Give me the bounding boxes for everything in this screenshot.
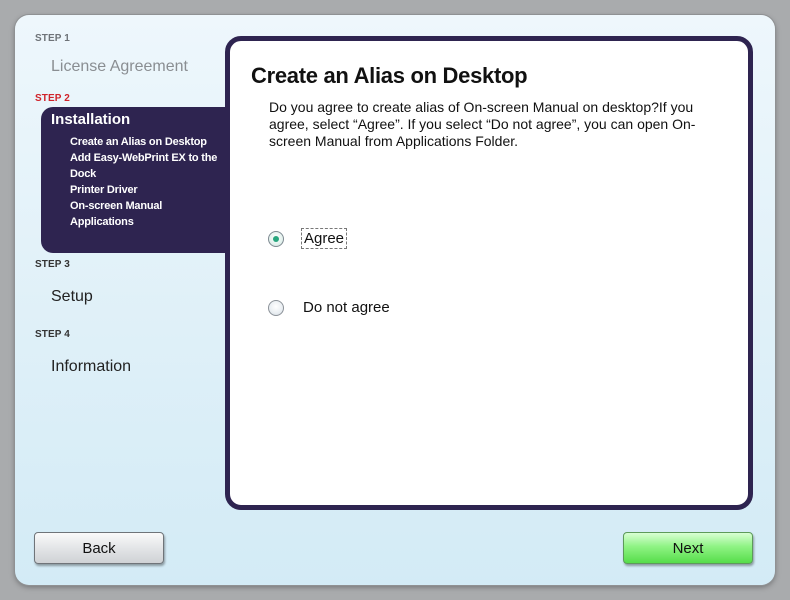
disagree-label[interactable]: Do not agree xyxy=(301,298,392,317)
step1-label: STEP 1 xyxy=(35,33,70,44)
substep-applications: Applications xyxy=(70,216,134,228)
step3-label: STEP 3 xyxy=(35,259,70,270)
substep-add-dock: Add Easy-WebPrint EX to the Dock xyxy=(70,152,218,180)
substep-create-alias: Create an Alias on Desktop xyxy=(70,136,207,148)
back-button[interactable]: Back xyxy=(34,532,164,564)
agree-radio[interactable] xyxy=(268,230,284,247)
substep-onscreen-manual: On-screen Manual xyxy=(70,200,163,212)
agree-label[interactable]: Agree xyxy=(301,228,348,249)
step2-label: STEP 2 xyxy=(35,93,70,104)
step2-name: Installation xyxy=(51,111,131,128)
next-button[interactable]: Next xyxy=(623,532,753,564)
content-panel: Create an Alias on Desktop Do you agree … xyxy=(225,36,753,510)
page-description: Do you agree to create alias of On-scree… xyxy=(269,99,696,149)
page-title: Create an Alias on Desktop xyxy=(251,63,528,88)
substep-list: Create an Alias on Desktop Add Easy-WebP… xyxy=(70,134,232,230)
step4-label: STEP 4 xyxy=(35,329,70,340)
disagree-radio[interactable] xyxy=(268,299,284,316)
active-step-panel: Installation Create an Alias on Desktop … xyxy=(41,107,234,253)
step1-name: License Agreement xyxy=(51,58,188,75)
substep-printer-driver: Printer Driver xyxy=(70,184,138,196)
disagree-option[interactable]: Do not agree xyxy=(268,298,392,317)
step3-name: Setup xyxy=(51,288,93,305)
agree-option[interactable]: Agree xyxy=(268,228,348,249)
step4-name: Information xyxy=(51,358,132,375)
